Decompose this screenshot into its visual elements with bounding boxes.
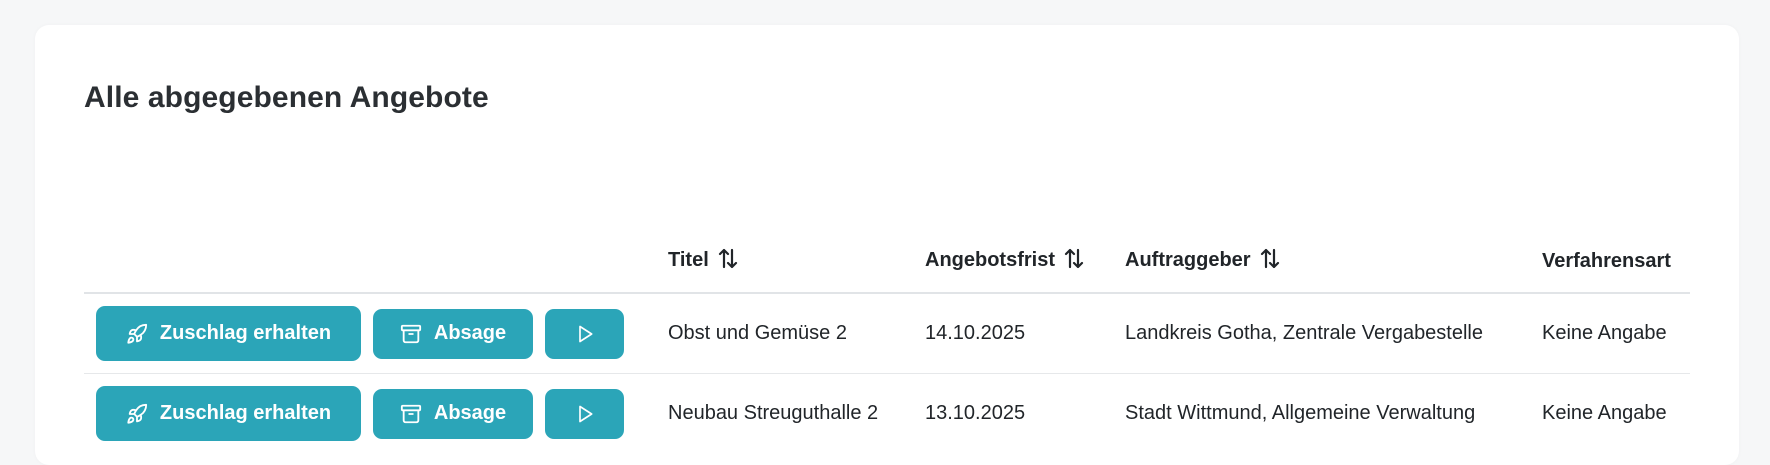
offers-table: Titel Angebotsfrist Auftraggeber Verfahr…: [84, 230, 1690, 453]
play-button[interactable]: [545, 388, 624, 439]
column-header-auftraggeber[interactable]: Auftraggeber: [1125, 230, 1542, 294]
column-header-verfahrensart: Verfahrensart: [1542, 230, 1690, 294]
zuschlag-erhalten-label: Zuschlag erhalten: [159, 402, 332, 424]
play-button[interactable]: [545, 308, 624, 359]
archive-icon: [400, 323, 422, 345]
zuschlag-erhalten-button[interactable]: Zuschlag erhalten: [96, 386, 361, 441]
actions-cell: Zuschlag erhalten Absage: [84, 374, 668, 454]
rocket-icon: [126, 323, 148, 345]
titel-cell: Obst und Gemüse 2: [668, 293, 925, 374]
sort-icon[interactable]: [718, 248, 738, 275]
offers-card: Alle abgegebenen Angebote Titel Angebots…: [35, 25, 1739, 465]
column-header-actions: [84, 230, 668, 294]
auftraggeber-cell: Stadt Wittmund, Allgemeine Verwaltung: [1125, 402, 1476, 424]
verfahrensart-cell: Keine Angabe: [1542, 402, 1667, 424]
sort-icon[interactable]: [1064, 248, 1084, 275]
column-header-angebotsfrist[interactable]: Angebotsfrist: [925, 230, 1125, 294]
column-header-label: Verfahrensart: [1542, 249, 1671, 272]
table-header-row: Titel Angebotsfrist Auftraggeber Verfahr…: [84, 230, 1690, 294]
play-icon: [575, 404, 595, 424]
column-header-titel[interactable]: Titel: [668, 230, 925, 294]
page-title: Alle abgegebenen Angebote: [84, 81, 489, 114]
archive-icon: [400, 403, 422, 425]
table-row: Zuschlag erhalten Absage Neubau Streugut…: [84, 374, 1690, 454]
column-header-label: Titel: [668, 248, 709, 271]
zuschlag-erhalten-label: Zuschlag erhalten: [159, 322, 332, 344]
absage-button[interactable]: Absage: [373, 388, 533, 439]
angebotsfrist-cell: 14.10.2025: [925, 293, 1125, 374]
column-header-label: Angebotsfrist: [925, 248, 1055, 271]
rocket-icon: [126, 403, 148, 425]
titel-cell: Neubau Streuguthalle 2: [668, 402, 879, 424]
sort-icon[interactable]: [1260, 248, 1280, 275]
table-row: Zuschlag erhalten Absage Obst und Gemüse…: [84, 293, 1690, 374]
angebotsfrist-cell: 13.10.2025: [925, 402, 1026, 424]
actions-cell: Zuschlag erhalten Absage: [84, 293, 668, 374]
absage-label: Absage: [433, 322, 507, 344]
absage-label: Absage: [433, 402, 507, 424]
zuschlag-erhalten-button[interactable]: Zuschlag erhalten: [96, 306, 361, 361]
verfahrensart-cell: Keine Angabe: [1542, 293, 1690, 374]
column-header-label: Auftraggeber: [1125, 248, 1251, 271]
auftraggeber-cell: Landkreis Gotha, Zentrale Vergabestelle: [1125, 293, 1542, 374]
play-icon: [575, 324, 595, 344]
absage-button[interactable]: Absage: [373, 308, 533, 359]
